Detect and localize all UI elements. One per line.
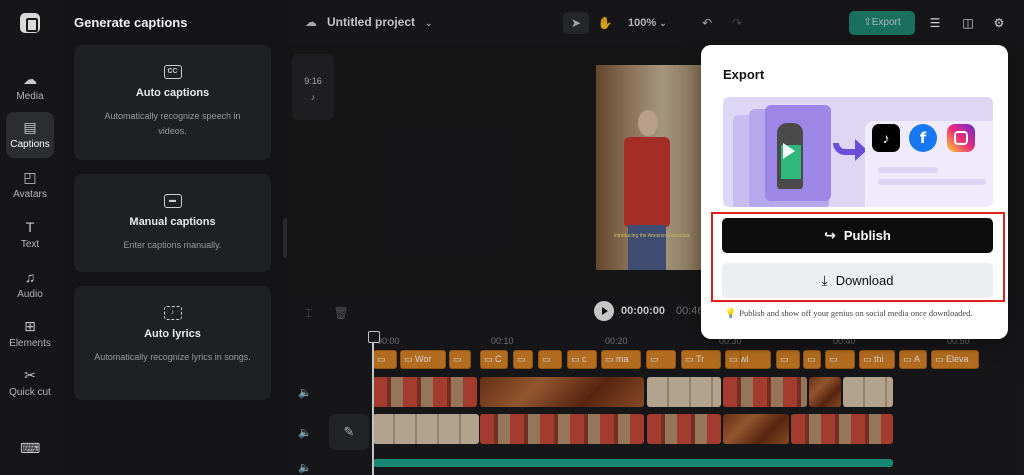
manual-captions-card[interactable]: ▬ Manual captions Enter captions manuall…	[74, 174, 271, 272]
audio-icon: ♫	[24, 269, 36, 285]
avatars-icon: ◰	[23, 169, 37, 185]
rail-item-avatars[interactable]: ◰ Avatars	[6, 162, 54, 208]
card-desc: Enter captions manually.	[123, 240, 222, 250]
lightbulb-icon: 💡	[725, 308, 737, 318]
captions-panel: Generate captions CC Auto captions Autom…	[60, 0, 287, 475]
share-icon: ↪	[824, 227, 836, 243]
elements-icon: ⊞	[24, 318, 36, 334]
tiktok-icon: ♪	[872, 124, 900, 152]
banner-line	[878, 167, 938, 173]
card-title: Manual captions	[129, 216, 216, 228]
banner-line	[878, 179, 986, 185]
download-button[interactable]: ⤓ Download	[722, 263, 993, 298]
auto-lyrics-card[interactable]: ♪ Auto lyrics Automatically recognize ly…	[74, 286, 271, 400]
facebook-icon: f	[909, 124, 937, 152]
card-desc: Automatically recognize lyrics in songs.	[94, 352, 251, 362]
app-logo-icon[interactable]	[20, 13, 40, 33]
rail-item-audio[interactable]: ♫ Audio	[6, 262, 54, 308]
subtitle-icon: ▬	[163, 194, 182, 208]
card-title: Auto captions	[135, 87, 210, 99]
rail-item-captions[interactable]: ▤ Captions	[6, 112, 54, 158]
cc-icon: CC	[163, 65, 182, 79]
card-desc: Automatically recognize speech in videos…	[104, 111, 241, 136]
left-rail: ☁ Media ▤ Captions ◰ Avatars T Text ♫ Au…	[0, 0, 60, 475]
publish-button[interactable]: ↪ Publish	[722, 218, 993, 253]
auto-captions-card[interactable]: CC Auto captions Automatically recognize…	[74, 45, 271, 160]
lyrics-icon: ♪	[163, 306, 182, 320]
media-icon: ☁	[23, 71, 37, 87]
rail-item-quick-cut[interactable]: ✂ Quick cut	[6, 360, 54, 412]
arrow-icon	[833, 143, 857, 155]
card-title: Auto lyrics	[144, 328, 201, 340]
rail-item-more[interactable]: ⌨	[6, 436, 54, 460]
rail-item-elements[interactable]: ⊞ Elements	[6, 311, 54, 357]
rail-item-text[interactable]: T Text	[6, 212, 54, 258]
download-icon: ⤓	[821, 272, 828, 288]
panel-title: Generate captions	[74, 15, 188, 30]
export-banner-illustration: ♪ f	[723, 97, 993, 207]
instagram-icon	[947, 124, 975, 152]
export-title: Export	[723, 67, 765, 82]
rail-item-media[interactable]: ☁ Media	[6, 64, 54, 110]
keyboard-icon: ⌨	[20, 440, 41, 456]
quick-cut-icon: ✂	[24, 367, 36, 383]
export-note: 💡 Publish and show off your genius on soc…	[725, 308, 973, 318]
text-icon: T	[25, 219, 35, 235]
captions-icon: ▤	[23, 119, 37, 135]
play-icon	[783, 143, 795, 159]
